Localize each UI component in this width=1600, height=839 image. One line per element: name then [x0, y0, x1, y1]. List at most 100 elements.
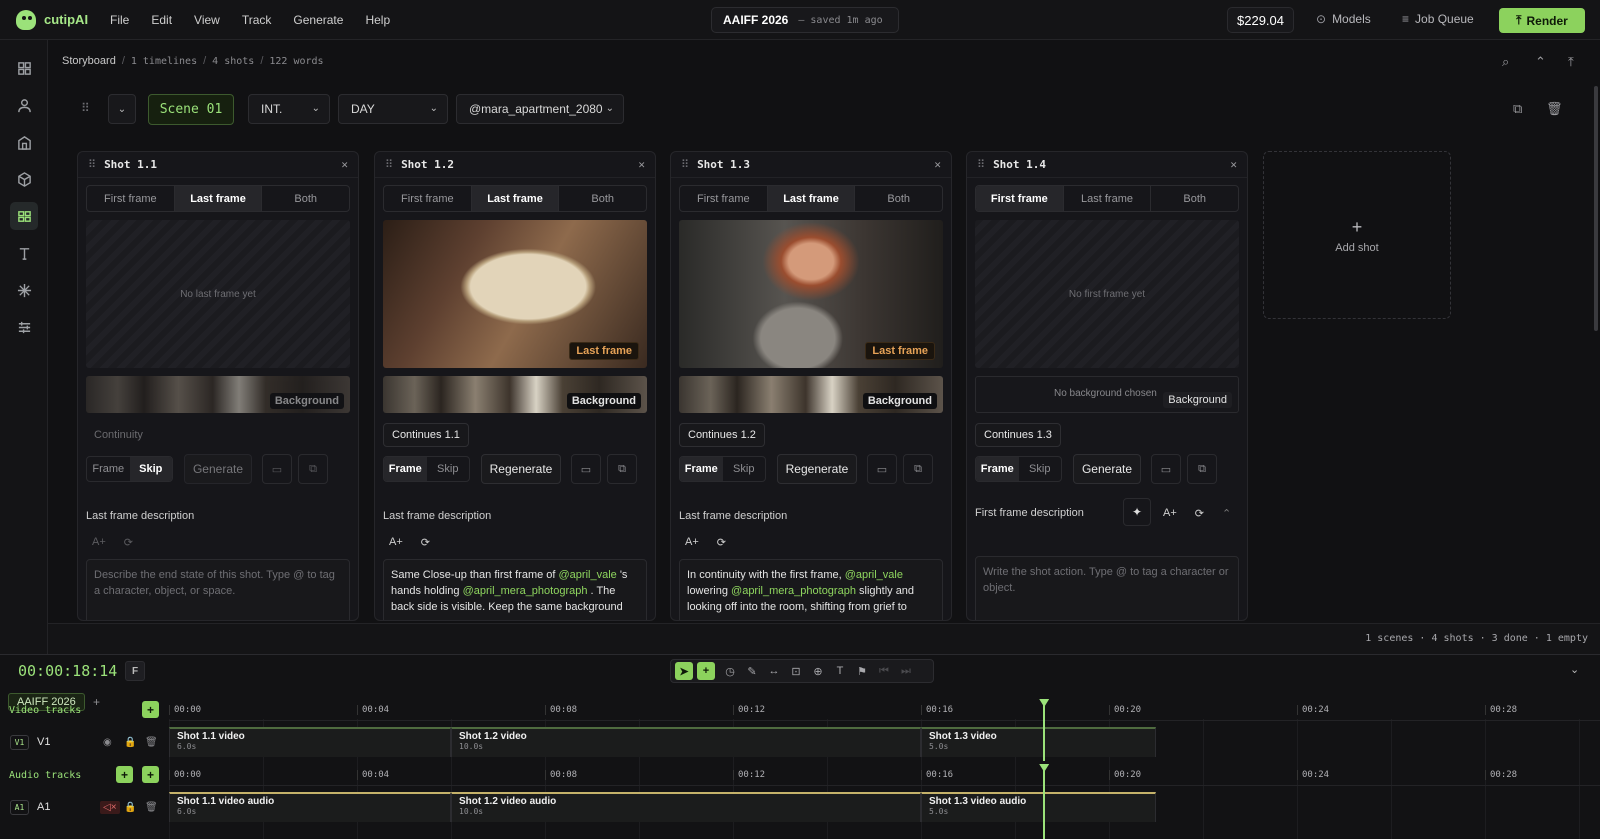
skip-toggle[interactable]: Skip: [129, 457, 172, 481]
add-audio-track-button[interactable]: +: [116, 766, 133, 783]
video-clip[interactable]: Shot 1.3 video 5.0s: [921, 727, 1156, 757]
continuity-chip[interactable]: Continues 1.1: [383, 423, 469, 447]
chevron-up-icon[interactable]: ⌃: [1222, 507, 1231, 520]
auto-text-icon[interactable]: A+: [685, 536, 699, 549]
time-of-day-select[interactable]: DAY ⌄: [338, 94, 448, 124]
frame-toggle[interactable]: Frame: [87, 457, 130, 481]
refresh-icon[interactable]: ⟳: [421, 536, 430, 549]
add-audio-track-button[interactable]: +: [142, 766, 159, 783]
skip-toggle[interactable]: Skip: [1019, 457, 1062, 481]
tab-both[interactable]: Both: [855, 186, 942, 211]
tab-first-frame[interactable]: First frame: [976, 186, 1064, 211]
location-select[interactable]: @mara_apartment_2080 ⌄: [456, 94, 624, 124]
duplicate-scene-icon[interactable]: ⧉: [1513, 101, 1522, 117]
frame-description-field[interactable]: Same Close-up than first frame of @april…: [383, 559, 647, 620]
marker-icon[interactable]: ⚑: [851, 665, 873, 678]
last-frame-image[interactable]: Last frame: [383, 220, 647, 368]
last-frame-image[interactable]: Last frame: [679, 220, 943, 368]
frame-mode-button[interactable]: F: [125, 661, 145, 681]
auto-text-icon[interactable]: A+: [1163, 507, 1177, 520]
empty-frame-placeholder[interactable]: No last frame yet: [86, 220, 350, 368]
pen-icon[interactable]: ✎: [741, 665, 763, 678]
crop-icon[interactable]: ⊡: [785, 665, 807, 678]
folder-icon[interactable]: ▭: [1151, 454, 1181, 484]
continuity-chip[interactable]: Continuity: [86, 423, 151, 447]
close-icon[interactable]: ✕: [341, 158, 348, 171]
background-picker[interactable]: Background: [679, 376, 943, 413]
menu-edit[interactable]: Edit: [151, 13, 172, 27]
menu-generate[interactable]: Generate: [293, 13, 343, 27]
auto-text-icon[interactable]: A+: [92, 536, 106, 549]
background-picker[interactable]: No background chosen Background: [975, 376, 1239, 413]
sidebar-effects[interactable]: [10, 276, 38, 304]
skip-toggle[interactable]: Skip: [427, 457, 470, 481]
tab-both[interactable]: Both: [262, 186, 349, 211]
folder-icon[interactable]: ▭: [571, 454, 601, 484]
mention-tag[interactable]: @april_mera_photograph: [463, 585, 588, 597]
skip-forward-icon[interactable]: ⏭: [895, 665, 917, 678]
add-video-track-button[interactable]: +: [142, 701, 159, 718]
drag-handle-icon[interactable]: ⠿: [81, 101, 90, 115]
audio-clip[interactable]: Shot 1.3 video audio 5.0s: [921, 792, 1156, 822]
continuity-chip[interactable]: Continues 1.2: [679, 423, 765, 447]
project-title-box[interactable]: AAIFF 2026 – saved 1m ago: [711, 7, 899, 33]
tab-last-frame[interactable]: Last frame: [1064, 186, 1152, 211]
tab-first-frame[interactable]: First frame: [680, 186, 768, 211]
auto-text-icon[interactable]: A+: [389, 536, 403, 549]
frame-toggle[interactable]: Frame: [384, 457, 427, 481]
generate-button[interactable]: Regenerate: [481, 454, 561, 484]
frame-toggle[interactable]: Frame: [976, 457, 1019, 481]
sidebar-storyboard[interactable]: [10, 202, 38, 230]
storyboard-scrollbar[interactable]: [1594, 86, 1598, 331]
tab-last-frame[interactable]: Last frame: [471, 186, 560, 211]
search-icon[interactable]: ⌕: [1502, 54, 1509, 70]
copy-icon[interactable]: ⧉: [903, 454, 933, 484]
scene-label[interactable]: Scene 01: [148, 94, 234, 125]
skip-toggle[interactable]: Skip: [723, 457, 766, 481]
render-button[interactable]: ⤒ Render: [1499, 8, 1585, 33]
menu-view[interactable]: View: [194, 13, 220, 27]
drag-handle-icon[interactable]: ⠿: [385, 158, 393, 171]
sidebar-objects[interactable]: [10, 165, 38, 193]
mute-icon[interactable]: ◁×: [100, 800, 120, 814]
clock-icon[interactable]: ◷: [719, 665, 741, 678]
empty-frame-placeholder[interactable]: No first frame yet: [975, 220, 1239, 368]
collapse-scene-button[interactable]: ⌄: [108, 94, 136, 124]
trim-icon[interactable]: ↔: [763, 665, 785, 677]
chevron-down-icon[interactable]: ⌄: [1570, 663, 1579, 676]
audio-clip[interactable]: Shot 1.2 video audio 10.0s: [451, 792, 921, 822]
add-tool-icon[interactable]: +: [697, 662, 715, 680]
sidebar-locations[interactable]: [10, 128, 38, 156]
link-icon[interactable]: ⊕: [807, 665, 829, 678]
app-logo[interactable]: cutipAI: [16, 9, 106, 30]
playhead[interactable]: [1043, 770, 1046, 839]
tab-first-frame[interactable]: First frame: [87, 186, 175, 211]
menu-track[interactable]: Track: [242, 13, 272, 27]
folder-icon[interactable]: ▭: [867, 454, 897, 484]
tab-first-frame[interactable]: First frame: [384, 186, 472, 211]
trash-icon[interactable]: 🗑: [145, 737, 158, 748]
frame-description-field[interactable]: Write the shot action. Type @ to tag a c…: [975, 556, 1239, 620]
mention-tag[interactable]: @april_vale: [559, 569, 617, 581]
background-picker[interactable]: Background: [86, 376, 350, 413]
job-queue-button[interactable]: ≡ Job Queue: [1402, 12, 1474, 26]
eye-icon[interactable]: ◉: [103, 737, 112, 748]
mention-tag[interactable]: @april_mera_photograph: [731, 585, 856, 597]
frame-description-field[interactable]: Describe the end state of this shot. Typ…: [86, 559, 350, 620]
lock-icon[interactable]: 🔒: [124, 737, 136, 748]
copy-icon[interactable]: ⧉: [607, 454, 637, 484]
video-clip[interactable]: Shot 1.1 video 6.0s: [169, 727, 451, 757]
close-icon[interactable]: ✕: [934, 158, 941, 171]
menu-file[interactable]: File: [110, 13, 129, 27]
int-ext-select[interactable]: INT. ⌄: [248, 94, 330, 124]
refresh-icon[interactable]: ⟳: [124, 536, 133, 549]
add-timeline-icon[interactable]: +: [93, 695, 100, 709]
mention-tag[interactable]: @april_vale: [845, 569, 903, 581]
sidebar-text[interactable]: [10, 239, 38, 267]
chevron-up-icon[interactable]: ⌃: [1535, 54, 1546, 70]
tab-last-frame[interactable]: Last frame: [767, 186, 856, 211]
lock-icon[interactable]: 🔒: [124, 802, 136, 813]
copy-icon[interactable]: ⧉: [1187, 454, 1217, 484]
tab-last-frame[interactable]: Last frame: [174, 186, 263, 211]
sidebar-characters[interactable]: [10, 91, 38, 119]
